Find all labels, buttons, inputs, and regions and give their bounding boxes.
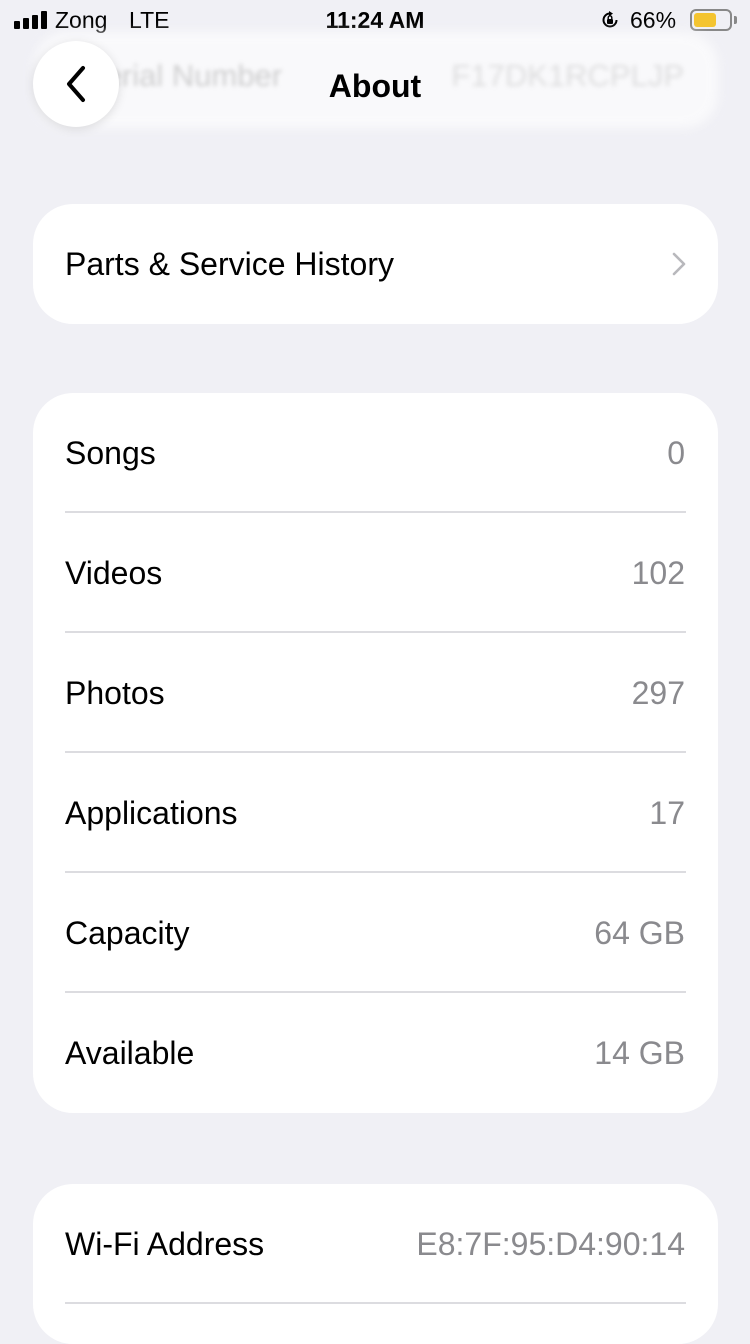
photos-row: Photos 297 [33,633,718,753]
parts-service-card: Parts & Service History [33,204,718,324]
chevron-right-icon [672,252,686,276]
rotation-lock-icon [602,11,618,28]
network-info-card: Wi-Fi Address E8:7F:95:D4:90:14 [33,1184,718,1344]
row-label: Wi-Fi Address [65,1226,265,1262]
row-label: Applications [65,795,238,831]
row-value: 17 [649,795,685,831]
row-value: 102 [631,555,685,591]
capacity-row: Capacity 64 GB [33,873,718,993]
row-value: 64 GB [594,915,685,951]
row-value: 0 [667,435,685,471]
applications-row: Applications 17 [33,753,718,873]
battery-icon [690,9,732,31]
videos-row: Videos 102 [33,513,718,633]
row-label: Parts & Service History [65,246,394,282]
available-row: Available 14 GB [33,993,718,1113]
row-label: Photos [65,675,165,711]
device-stats-card: Songs 0 Videos 102 Photos 297 Applicatio… [33,393,718,1113]
battery-percentage: 66% [630,7,677,33]
row-value: 297 [631,675,685,711]
page-title: About [328,68,422,104]
songs-row: Songs 0 [33,393,718,513]
row-label: Available [65,1035,195,1071]
battery-level [694,13,716,27]
divider [65,1302,686,1304]
row-value: E8:7F:95:D4:90:14 [416,1226,685,1262]
battery-tip [734,16,737,24]
row-value: 14 GB [594,1035,685,1071]
row-label: Capacity [65,915,190,951]
row-label: Videos [65,555,163,591]
wifi-address-row[interactable]: Wi-Fi Address E8:7F:95:D4:90:14 [33,1184,718,1304]
parts-service-history-row[interactable]: Parts & Service History [33,204,718,324]
row-label: Songs [65,435,156,471]
